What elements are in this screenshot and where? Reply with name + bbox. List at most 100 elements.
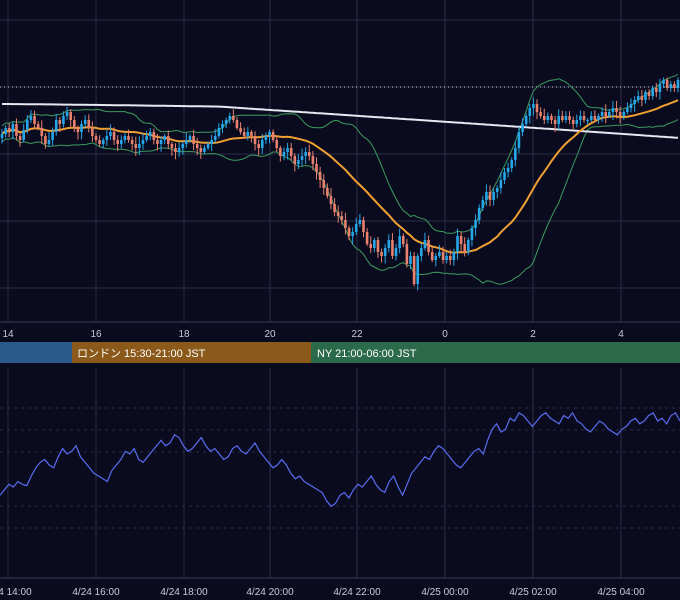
candle-body	[405, 244, 409, 264]
candle-body	[615, 108, 618, 112]
candle-body	[185, 140, 188, 144]
candle-body	[156, 140, 159, 144]
candle-body	[279, 148, 282, 156]
price-x-tick-label: 14	[2, 329, 14, 340]
candle-body	[94, 136, 98, 140]
candle-body	[636, 96, 640, 100]
candle-body	[575, 120, 579, 124]
candle-body	[228, 116, 232, 120]
candle-body	[101, 140, 105, 144]
candle-body	[51, 132, 54, 140]
candle-body	[438, 252, 441, 256]
candle-body	[62, 116, 65, 124]
candle-body	[127, 136, 130, 140]
candle-body	[510, 160, 514, 168]
candle-body	[83, 120, 87, 124]
candle-body	[289, 148, 293, 156]
candle-body	[293, 156, 297, 164]
price-x-tick-label: 0	[442, 329, 448, 340]
candle-body	[589, 116, 593, 120]
candle-body	[647, 92, 651, 96]
price-x-tick-label: 2	[530, 329, 536, 340]
candle-body	[391, 240, 394, 256]
candle-body	[69, 112, 72, 120]
price-x-tick-label: 22	[351, 329, 363, 340]
candle-body	[322, 180, 326, 188]
candle-body	[470, 228, 474, 240]
candle-body	[492, 192, 495, 200]
candle-body	[420, 248, 423, 256]
candle-body	[7, 128, 11, 132]
candle-body	[119, 140, 123, 144]
candle-body	[354, 224, 358, 232]
candle-body	[604, 112, 608, 116]
candle-body	[224, 120, 228, 124]
osc-x-tick-label: 4/25 04:00	[597, 587, 645, 598]
osc-x-tick-label: 4/24 14:00	[0, 587, 32, 598]
candle-body	[315, 164, 318, 172]
candle-body	[22, 130, 25, 140]
candle-body	[673, 84, 676, 88]
candle-body	[166, 136, 170, 144]
candle-body	[148, 132, 152, 136]
candle-body	[239, 128, 242, 132]
candle-body	[662, 80, 665, 84]
candle-body	[521, 124, 524, 132]
candle-body	[250, 132, 253, 136]
candle-body	[336, 212, 340, 216]
candle-body	[203, 148, 206, 152]
candle-body	[199, 148, 203, 152]
candle-body	[260, 140, 264, 148]
candle-body	[257, 144, 260, 148]
candle-body	[98, 140, 101, 144]
session-ny-label: NY 21:00-06:00 JST	[317, 348, 417, 360]
candle-body	[463, 244, 467, 252]
candle-body	[658, 84, 662, 92]
candle-body	[11, 124, 15, 132]
candle-body	[47, 140, 51, 144]
candle-body	[611, 108, 615, 112]
candle-body	[445, 256, 448, 260]
candle-body	[477, 208, 481, 220]
candle-body	[524, 116, 528, 124]
candle-body	[297, 160, 300, 164]
candle-body	[593, 116, 597, 120]
candle-body	[15, 124, 18, 136]
candle-body	[430, 252, 434, 260]
candle-body	[582, 116, 586, 120]
candle-body	[499, 180, 503, 188]
price-x-tick-label: 16	[90, 329, 102, 340]
candle-body	[253, 136, 257, 144]
candle-body	[347, 228, 351, 236]
price-x-tick-label: 4	[618, 329, 624, 340]
candle-body	[571, 120, 575, 124]
candle-body	[232, 116, 235, 120]
candle-body	[4, 128, 7, 134]
candle-body	[362, 220, 365, 232]
candle-body	[622, 112, 626, 116]
candle-body	[550, 116, 553, 120]
candle-body	[401, 236, 405, 244]
session-tokyo	[0, 342, 72, 363]
candle-body	[72, 120, 76, 128]
candle-body	[351, 232, 354, 236]
candle-body	[564, 116, 568, 120]
candle-body	[159, 140, 163, 144]
candle-body	[333, 204, 336, 212]
candle-body	[65, 112, 69, 116]
candle-body	[532, 104, 535, 108]
candle-body	[304, 152, 307, 156]
candle-body	[579, 116, 582, 120]
candle-body	[561, 116, 564, 120]
candle-body	[87, 120, 91, 128]
candle-body	[40, 128, 44, 136]
candle-body	[318, 172, 322, 180]
candle-body	[485, 192, 488, 200]
candle-body	[557, 116, 561, 124]
price-x-tick-label: 20	[264, 329, 276, 340]
candle-body	[358, 220, 362, 224]
candle-body	[134, 144, 138, 148]
candle-body	[452, 252, 456, 260]
candle-body	[568, 116, 571, 120]
osc-x-tick-label: 4/24 22:00	[333, 587, 381, 598]
